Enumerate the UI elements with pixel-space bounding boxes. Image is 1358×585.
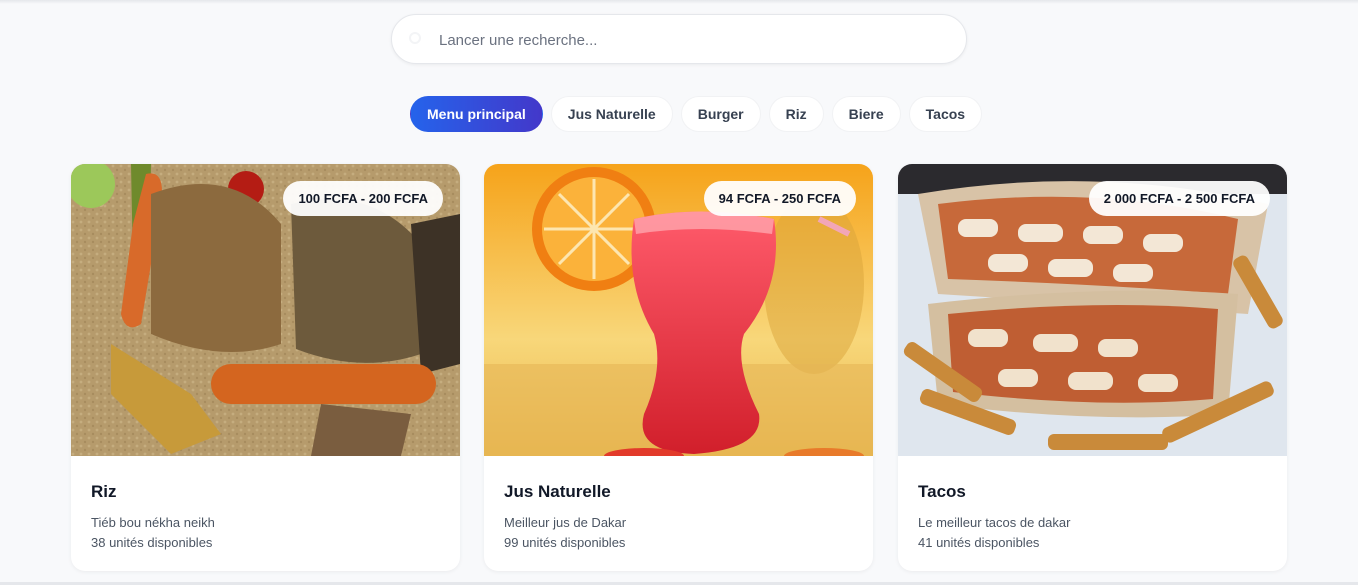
card-title: Jus Naturelle [504,482,611,501]
tab-jus-naturelle[interactable]: Jus Naturelle [550,96,673,132]
product-card-riz[interactable]: 100 FCFA - 200 FCFA Riz Tiéb bou nékha n… [71,164,460,571]
product-card-tacos[interactable]: 2 000 FCFA - 2 500 FCFA Tacos Le meilleu… [898,164,1287,571]
tab-tacos[interactable]: Tacos [908,96,983,132]
card-description: Tiéb bou nékha neikh [91,515,215,530]
tab-burger[interactable]: Burger [680,96,761,132]
tab-menu-principal[interactable]: Menu principal [410,96,543,132]
card-title: Riz [91,482,117,501]
tab-riz[interactable]: Riz [768,96,824,132]
tab-biere[interactable]: Biere [831,96,901,132]
card-description: Meilleur jus de Dakar [504,515,627,530]
search-icon [409,32,421,44]
category-tabs: Menu principal Jus Naturelle Burger Riz … [410,96,983,132]
price-badge: 100 FCFA - 200 FCFA [283,181,443,216]
card-stock: 99 unités disponibles [504,535,626,550]
card-description: Le meilleur tacos de dakar [918,515,1071,530]
price-badge: 94 FCFA - 250 FCFA [703,181,856,216]
card-stock: 41 unités disponibles [918,535,1040,550]
product-card-jus-naturelle[interactable]: 94 FCFA - 250 FCFA Jus Naturelle Meilleu… [484,164,873,571]
card-stock: 38 unités disponibles [91,535,213,550]
price-badge: 2 000 FCFA - 2 500 FCFA [1088,181,1270,216]
search-bar[interactable] [391,14,967,64]
search-input[interactable] [439,27,939,53]
card-title: Tacos [918,482,966,501]
header-shadow [0,0,1358,4]
